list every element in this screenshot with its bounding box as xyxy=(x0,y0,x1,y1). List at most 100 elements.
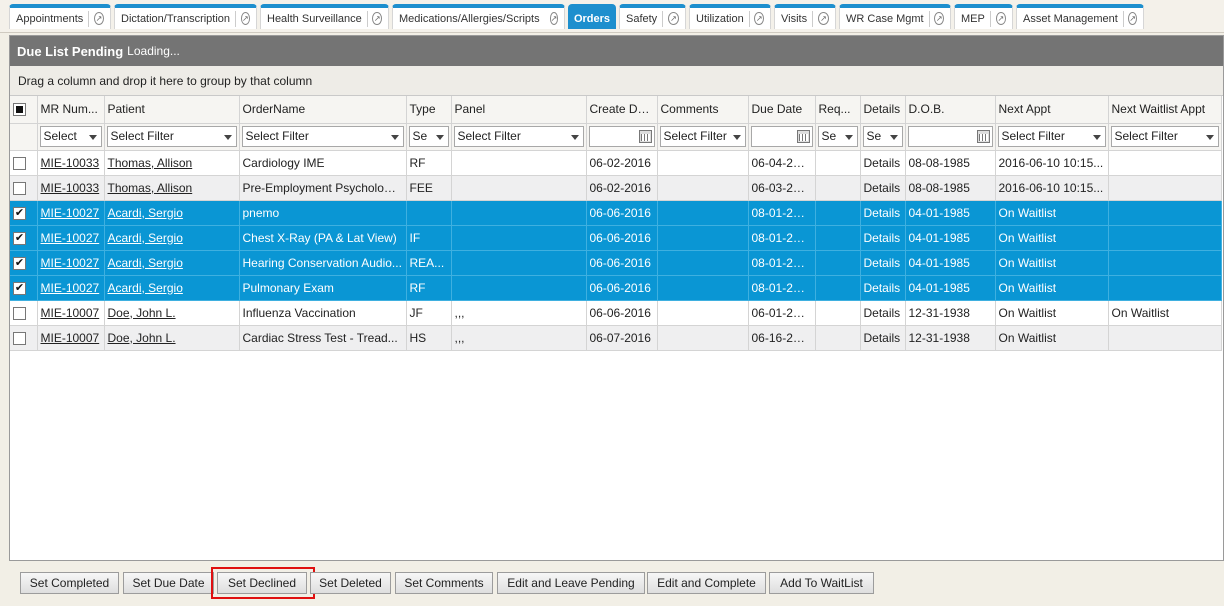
table-row[interactable]: MIE-10007 Doe, John L. Influenza Vaccina… xyxy=(10,300,1222,326)
tab-utilization[interactable]: Utilization ↗ xyxy=(689,4,771,29)
mr-number-link[interactable]: MIE-10007 xyxy=(41,331,100,345)
details-link[interactable]: Details xyxy=(860,200,906,226)
patient-link[interactable]: Doe, John L. xyxy=(108,306,176,320)
col-header-order-name[interactable]: OrderName xyxy=(239,96,407,124)
set-deleted-button[interactable]: Set Deleted xyxy=(310,572,391,594)
select-all-header[interactable] xyxy=(10,96,38,124)
row-checkbox[interactable] xyxy=(13,156,26,170)
patient-link[interactable]: Acardi, Sergio xyxy=(108,231,183,245)
patient-link[interactable]: Thomas, Allison xyxy=(108,156,193,170)
col-header-next-appt[interactable]: Next Appt xyxy=(995,96,1109,124)
external-link-icon[interactable]: ↗ xyxy=(754,12,764,25)
row-checkbox[interactable] xyxy=(13,281,26,295)
tab-orders[interactable]: Orders xyxy=(568,4,616,29)
mr-number-link[interactable]: MIE-10027 xyxy=(41,231,100,245)
set-due-date-button[interactable]: Set Due Date xyxy=(123,572,214,594)
mr-number-link[interactable]: MIE-10027 xyxy=(41,256,100,270)
filter-order-name[interactable]: Select Filter xyxy=(241,126,404,147)
calendar-icon[interactable] xyxy=(638,130,652,143)
mr-number-link[interactable]: MIE-10007 xyxy=(41,306,100,320)
mr-number-link[interactable]: MIE-10027 xyxy=(41,206,100,220)
external-link-icon[interactable]: ↗ xyxy=(94,12,104,25)
col-header-dob[interactable]: D.O.B. xyxy=(905,96,996,124)
table-row[interactable]: MIE-10027 Acardi, Sergio Chest X-Ray (PA… xyxy=(10,225,1222,251)
filter-panel[interactable]: Select Filter xyxy=(453,126,584,147)
tab-health-surveillance[interactable]: Health Surveillance ↗ xyxy=(260,4,389,29)
filter-required[interactable]: Se xyxy=(817,126,858,147)
tab-mep[interactable]: MEP ↗ xyxy=(954,4,1013,29)
row-checkbox[interactable] xyxy=(13,306,26,320)
tab-medications-allergies-scripts[interactable]: Medications/Allergies/Scripts ↗ xyxy=(392,4,565,29)
filter-dob[interactable] xyxy=(907,126,993,147)
filter-next-waitlist-appt[interactable]: Select Filter xyxy=(1110,126,1219,147)
tab-visits[interactable]: Visits ↗ xyxy=(774,4,836,29)
patient-link[interactable]: Thomas, Allison xyxy=(108,181,193,195)
table-row[interactable]: MIE-10033 Thomas, Allison Pre-Employment… xyxy=(10,175,1222,201)
patient-link[interactable]: Acardi, Sergio xyxy=(108,281,183,295)
col-header-create-date[interactable]: Create Date xyxy=(586,96,658,124)
group-drop-zone[interactable]: Drag a column and drop it here to group … xyxy=(10,66,1223,96)
details-link[interactable]: Details xyxy=(860,250,906,276)
details-link[interactable]: Details xyxy=(860,175,906,201)
external-link-icon[interactable]: ↗ xyxy=(995,12,1006,25)
tab-dictation-transcription[interactable]: Dictation/Transcription ↗ xyxy=(114,4,257,29)
edit-complete-button[interactable]: Edit and Complete xyxy=(647,572,766,594)
filter-comments[interactable]: Select Filter xyxy=(659,126,746,147)
table-row[interactable]: MIE-10027 Acardi, Sergio Pulmonary Exam … xyxy=(10,275,1222,301)
external-link-icon[interactable]: ↗ xyxy=(1128,12,1137,25)
tab-asset-management[interactable]: Asset Management ↗ xyxy=(1016,4,1144,29)
set-completed-button[interactable]: Set Completed xyxy=(20,572,119,594)
tab-safety[interactable]: Safety ↗ xyxy=(619,4,686,29)
mr-number-link[interactable]: MIE-10033 xyxy=(41,156,100,170)
calendar-icon[interactable] xyxy=(796,130,810,143)
add-to-waitlist-button[interactable]: Add To WaitList xyxy=(769,572,874,594)
col-header-panel[interactable]: Panel xyxy=(451,96,587,124)
details-link[interactable]: Details xyxy=(860,275,906,301)
filter-create-date[interactable] xyxy=(588,126,655,147)
table-row[interactable]: MIE-10033 Thomas, Allison Cardiology IME… xyxy=(10,150,1222,176)
filter-details[interactable]: Se xyxy=(862,126,903,147)
patient-link[interactable]: Acardi, Sergio xyxy=(108,206,183,220)
tab-wr-case-mgmt[interactable]: WR Case Mgmt ↗ xyxy=(839,4,951,29)
mr-number-link[interactable]: MIE-10027 xyxy=(41,281,100,295)
details-link[interactable]: Details xyxy=(860,325,906,351)
col-header-patient[interactable]: Patient xyxy=(104,96,240,124)
col-header-required[interactable]: Req... xyxy=(815,96,861,124)
filter-next-appt[interactable]: Select Filter xyxy=(997,126,1106,147)
row-checkbox[interactable] xyxy=(13,231,26,245)
filter-patient[interactable]: Select Filter xyxy=(106,126,237,147)
table-row[interactable]: MIE-10027 Acardi, Sergio Hearing Conserv… xyxy=(10,250,1222,276)
col-header-type[interactable]: Type xyxy=(406,96,452,124)
details-link[interactable]: Details xyxy=(860,225,906,251)
calendar-icon[interactable] xyxy=(976,130,990,143)
filter-mr-number[interactable]: Select xyxy=(39,126,102,147)
tab-appointments[interactable]: Appointments ↗ xyxy=(9,4,111,29)
external-link-icon[interactable]: ↗ xyxy=(934,12,944,25)
table-row[interactable]: MIE-10027 Acardi, Sergio pnemo 06-06-201… xyxy=(10,200,1222,226)
details-link[interactable]: Details xyxy=(860,300,906,326)
patient-link[interactable]: Doe, John L. xyxy=(108,331,176,345)
col-header-mr-number[interactable]: MR Num... xyxy=(37,96,105,124)
details-link[interactable]: Details xyxy=(860,150,906,176)
row-checkbox[interactable] xyxy=(13,331,26,345)
row-checkbox[interactable] xyxy=(13,256,26,270)
filter-due-date[interactable] xyxy=(750,126,813,147)
mr-number-link[interactable]: MIE-10033 xyxy=(41,181,100,195)
external-link-icon[interactable]: ↗ xyxy=(240,12,250,25)
col-header-details[interactable]: Details xyxy=(860,96,906,124)
select-all-checkbox[interactable] xyxy=(13,103,26,117)
edit-leave-pending-button[interactable]: Edit and Leave Pending xyxy=(497,572,645,594)
col-header-due-date[interactable]: Due Date xyxy=(748,96,816,124)
external-link-icon[interactable]: ↗ xyxy=(549,12,559,25)
table-row[interactable]: MIE-10007 Doe, John L. Cardiac Stress Te… xyxy=(10,325,1222,351)
row-checkbox[interactable] xyxy=(13,206,26,220)
external-link-icon[interactable]: ↗ xyxy=(817,12,829,25)
external-link-icon[interactable]: ↗ xyxy=(668,12,679,25)
patient-link[interactable]: Acardi, Sergio xyxy=(108,256,183,270)
col-header-comments[interactable]: Comments xyxy=(657,96,749,124)
filter-type[interactable]: Se xyxy=(408,126,449,147)
set-comments-button[interactable]: Set Comments xyxy=(395,572,493,594)
row-checkbox[interactable] xyxy=(13,181,26,195)
col-header-next-waitlist-appt[interactable]: Next Waitlist Appt xyxy=(1108,96,1222,124)
external-link-icon[interactable]: ↗ xyxy=(372,12,382,25)
